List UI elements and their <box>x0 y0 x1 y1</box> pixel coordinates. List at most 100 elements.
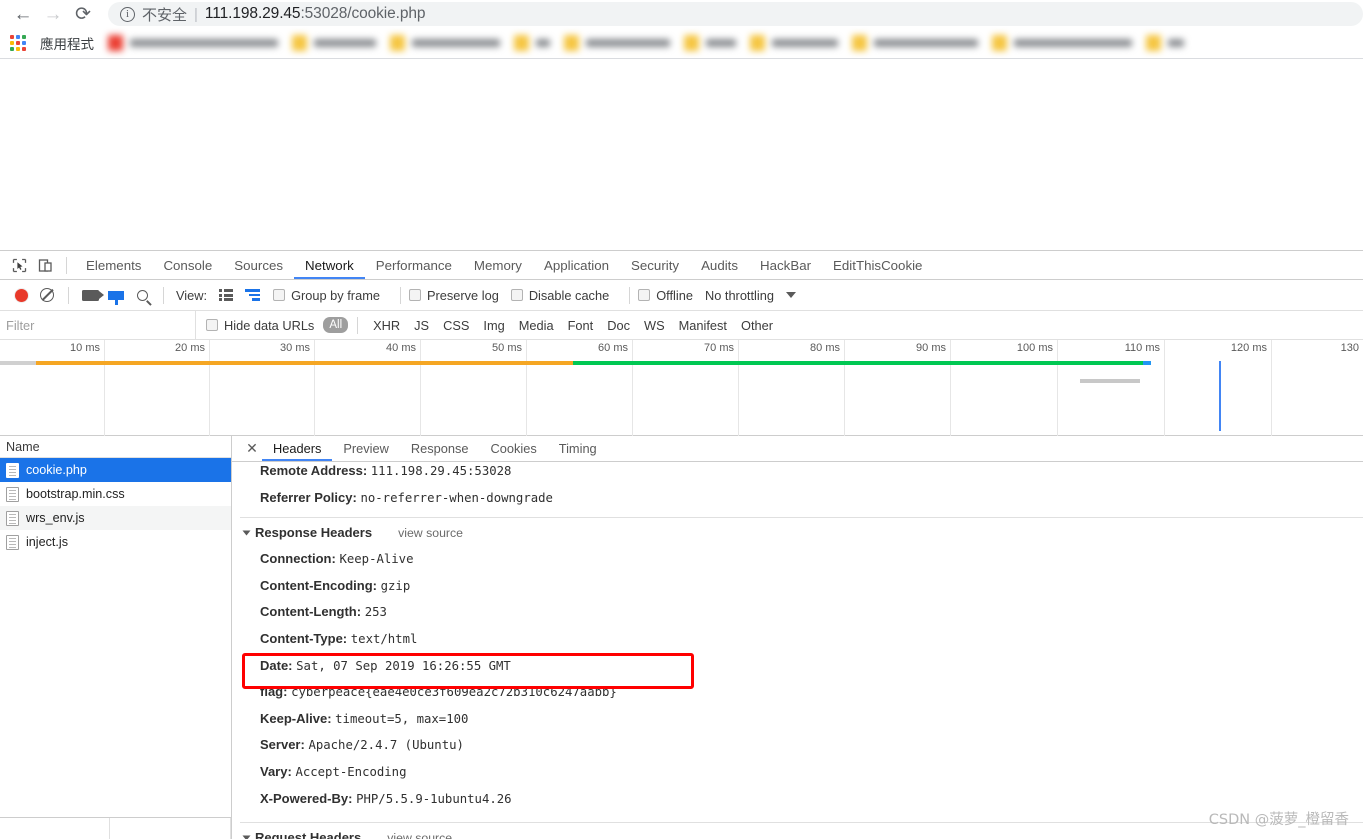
header-keep-alive: Keep-Alive: timeout=5, max=100 <box>240 706 1363 733</box>
bookmark-item[interactable] <box>102 32 284 54</box>
view-source-link[interactable]: view source <box>387 825 452 839</box>
filter-type-doc[interactable]: Doc <box>601 317 636 334</box>
filter-type-other[interactable]: Other <box>735 317 779 334</box>
header-server: Server: Apache/2.4.7 (Ubuntu) <box>240 732 1363 759</box>
back-arrow-icon[interactable]: ← <box>8 2 38 26</box>
response-headers-section-title[interactable]: Response Headers view source <box>240 520 1363 546</box>
chevron-down-icon[interactable] <box>785 292 796 298</box>
offline-checkbox[interactable]: Offline <box>638 288 693 303</box>
view-source-link[interactable]: view source <box>398 520 463 546</box>
header-value: Apache/2.4.7 (Ubuntu) <box>308 738 464 753</box>
tab-console[interactable]: Console <box>152 251 223 279</box>
forward-arrow-icon[interactable]: → <box>38 2 68 26</box>
filter-type-xhr[interactable]: XHR <box>367 317 406 334</box>
detail-tab-timing[interactable]: Timing <box>548 436 608 461</box>
header-name: Server: <box>260 737 305 753</box>
timeline-tick: 90 ms <box>845 340 951 436</box>
bookmark-item[interactable] <box>508 32 556 54</box>
tab-memory[interactable]: Memory <box>463 251 533 279</box>
tick-label: 120 ms <box>1230 342 1267 354</box>
request-row-inject[interactable]: inject.js <box>0 530 231 554</box>
request-row-bootstrap[interactable]: bootstrap.min.css <box>0 482 231 506</box>
filter-type-media[interactable]: Media <box>513 317 560 334</box>
preserve-log-checkbox[interactable]: Preserve log <box>408 288 499 303</box>
request-list-header[interactable]: Name <box>0 436 231 458</box>
header-value: Sat, 07 Sep 2019 16:26:55 GMT <box>296 658 511 673</box>
bookmark-item[interactable] <box>558 32 676 54</box>
filter-type-css[interactable]: CSS <box>437 317 475 334</box>
bookmark-item[interactable] <box>986 32 1138 54</box>
header-connection: Connection: Keep-Alive <box>240 546 1363 573</box>
waterfall-view-icon[interactable] <box>239 282 265 308</box>
tab-performance[interactable]: Performance <box>365 251 463 279</box>
filter-type-ws[interactable]: WS <box>638 317 671 334</box>
detail-tab-cookies[interactable]: Cookies <box>480 436 548 461</box>
tab-audits[interactable]: Audits <box>690 251 749 279</box>
header-name: Keep-Alive: <box>260 710 332 726</box>
bookmark-item[interactable] <box>1140 32 1190 54</box>
clear-icon[interactable] <box>34 282 60 308</box>
request-name: inject.js <box>26 535 68 549</box>
timeline-tick: 110 ms <box>1058 340 1165 436</box>
device-toolbar-icon[interactable] <box>32 252 58 278</box>
header-value: Keep-Alive <box>339 552 414 567</box>
record-icon[interactable] <box>8 282 34 308</box>
search-input[interactable] <box>0 311 196 339</box>
tab-security[interactable]: Security <box>620 251 690 279</box>
detail-tab-response[interactable]: Response <box>400 436 480 461</box>
address-bar[interactable]: i 不安全 | 111.198.29.45:53028/cookie.php <box>108 2 1363 26</box>
request-row-cookie-php[interactable]: cookie.php <box>0 458 231 482</box>
tab-sources[interactable]: Sources <box>223 251 294 279</box>
page-viewport <box>0 59 1363 244</box>
throttling-select[interactable]: No throttling <box>705 288 796 303</box>
site-info-icon[interactable]: i <box>120 6 135 22</box>
header-content-encoding: Content-Encoding: gzip <box>240 573 1363 600</box>
bookmark-apps[interactable]: 應用程式 <box>34 32 100 54</box>
list-view-icon[interactable] <box>213 282 239 308</box>
filter-type-js[interactable]: JS <box>408 317 435 334</box>
header-value: timeout=5, max=100 <box>335 711 469 726</box>
bookmark-item[interactable] <box>846 32 984 54</box>
hide-data-urls-checkbox[interactable]: Hide data URLs <box>206 318 314 333</box>
filter-type-manifest[interactable]: Manifest <box>673 317 733 334</box>
disable-cache-checkbox[interactable]: Disable cache <box>510 288 609 303</box>
tab-network[interactable]: Network <box>294 251 365 279</box>
camera-icon[interactable] <box>77 282 104 308</box>
detail-tab-preview[interactable]: Preview <box>332 436 400 461</box>
bookmark-item[interactable] <box>744 32 844 54</box>
tab-hackbar[interactable]: HackBar <box>749 251 822 279</box>
watermark: CSDN @菠萝_橙留香 <box>1208 812 1349 828</box>
tab-elements[interactable]: Elements <box>75 251 152 279</box>
funnel-icon[interactable] <box>103 282 129 308</box>
apps-grid-icon[interactable] <box>10 35 26 51</box>
tab-application[interactable]: Application <box>533 251 620 279</box>
checkbox-box <box>206 319 218 331</box>
network-overview-timeline[interactable]: 10 ms 20 ms 30 ms 40 ms 50 ms 60 ms 70 m… <box>0 340 1363 436</box>
filter-type-all[interactable]: All <box>323 317 349 333</box>
header-value: 111.198.29.45:53028 <box>370 464 512 478</box>
request-name: wrs_env.js <box>26 511 85 525</box>
chevron-down-icon[interactable] <box>242 835 251 839</box>
waterfall-bars <box>0 361 1363 431</box>
filter-type-font[interactable]: Font <box>562 317 600 334</box>
search-icon[interactable] <box>129 282 155 308</box>
close-icon[interactable]: ✕ <box>242 440 262 457</box>
timeline-tick: 50 ms <box>421 340 527 436</box>
bookmark-item[interactable] <box>286 32 382 54</box>
header-value: Accept-Encoding <box>295 764 407 779</box>
tab-editthiscookie[interactable]: EditThisCookie <box>822 251 933 279</box>
bookmark-item[interactable] <box>678 32 742 54</box>
group-by-frame-checkbox[interactable]: Group by frame <box>273 288 380 303</box>
detail-tab-headers[interactable]: Headers <box>262 436 332 461</box>
request-row-wrs-env[interactable]: wrs_env.js <box>0 506 231 530</box>
reload-icon[interactable]: ⟳ <box>68 2 98 26</box>
chevron-down-icon[interactable] <box>242 530 251 536</box>
bookmark-item[interactable] <box>384 32 506 54</box>
tick-label: 90 ms <box>916 342 946 354</box>
waterfall-bar-response <box>573 361 1143 365</box>
request-headers-section-title[interactable]: Request Headers view source <box>240 825 1363 839</box>
inspect-element-icon[interactable] <box>6 252 32 278</box>
header-flag: flag: cyberpeace{eae4e0ce3f609ea2c72b310… <box>240 679 1363 706</box>
network-toolbar: View: Group by frame Preserve log Disabl… <box>0 280 1363 311</box>
filter-type-img[interactable]: Img <box>477 317 510 334</box>
